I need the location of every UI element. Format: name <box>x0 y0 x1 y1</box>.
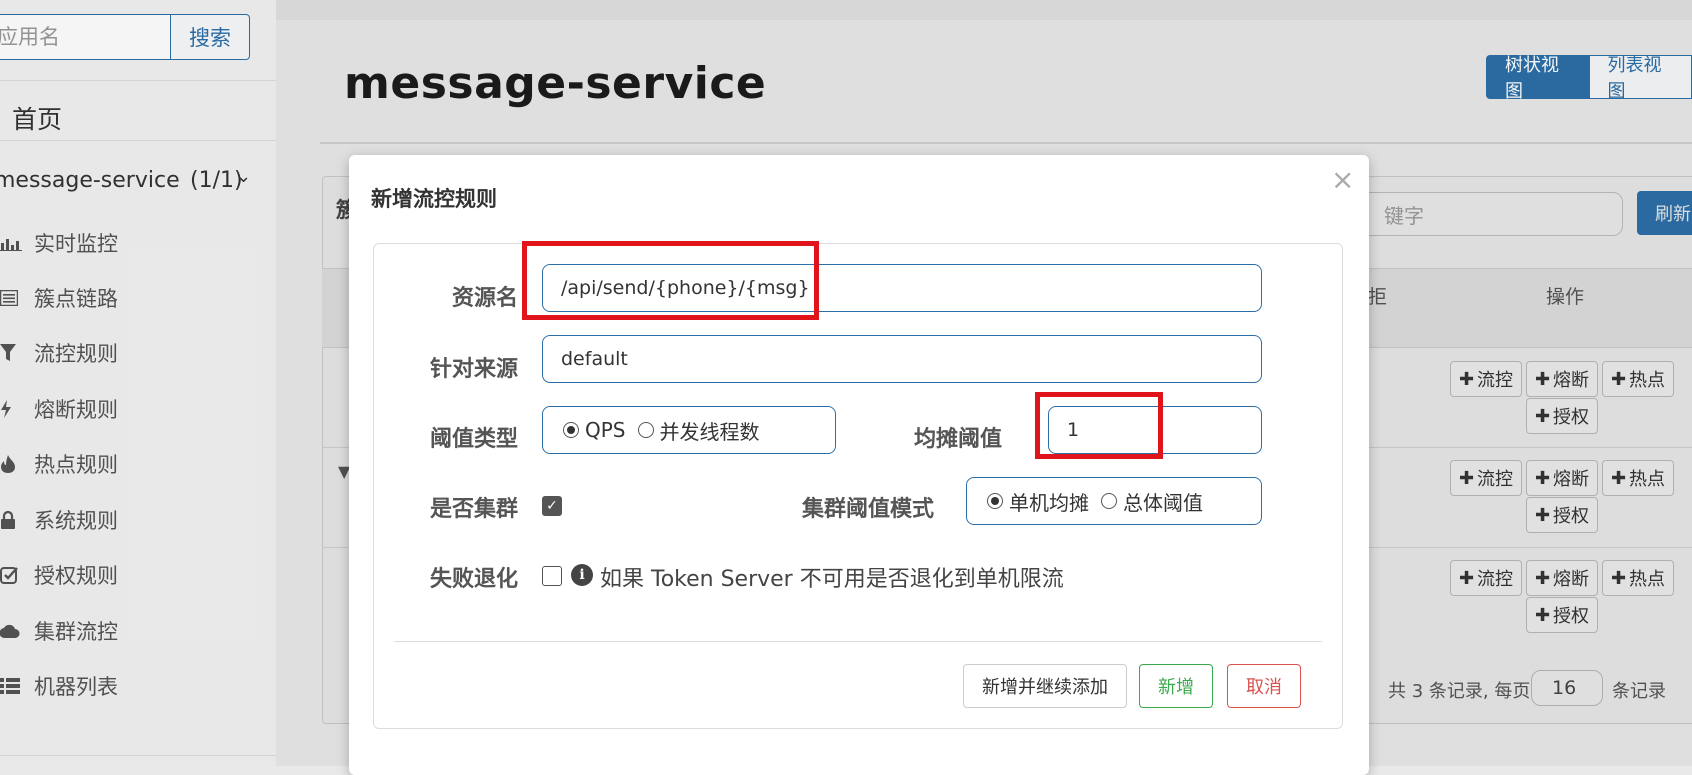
radio-per-machine[interactable]: 单机均摊 <box>987 487 1089 516</box>
highlight-box <box>522 241 819 320</box>
close-icon[interactable]: × <box>1331 163 1354 196</box>
flow-rule-form: 资源名 /api/send/{phone}/{msg} 针对来源 default… <box>373 243 1343 729</box>
radio-checked-icon <box>563 422 579 438</box>
origin-label: 针对来源 <box>402 351 518 383</box>
cancel-button[interactable]: 取消 <box>1227 664 1301 708</box>
avg-threshold-label: 均摊阈值 <box>886 421 1002 453</box>
radio-global-threshold[interactable]: 总体阈值 <box>1101 487 1203 516</box>
fallback-label: 失败退化 <box>402 561 518 593</box>
cluster-mode-label: 集群阈值模式 <box>782 491 934 523</box>
radio-concurrent-threads[interactable]: 并发线程数 <box>638 416 760 445</box>
highlight-box <box>1035 392 1163 459</box>
add-and-continue-button[interactable]: 新增并继续添加 <box>963 664 1127 708</box>
cluster-mode-radio-group: 单机均摊 总体阈值 <box>966 477 1262 525</box>
radio-label: QPS <box>585 418 626 442</box>
radio-label: 总体阈值 <box>1123 487 1203 516</box>
radio-checked-icon <box>987 493 1003 509</box>
add-flow-rule-modal: 新增流控规则 × 资源名 /api/send/{phone}/{msg} 针对来… <box>349 155 1369 775</box>
radio-unchecked-icon <box>638 422 654 438</box>
add-button[interactable]: 新增 <box>1139 664 1213 708</box>
modal-title: 新增流控规则 <box>371 183 497 213</box>
threshold-type-label: 阈值类型 <box>402 421 518 453</box>
threshold-type-radio-group: QPS 并发线程数 <box>542 406 836 454</box>
radio-qps[interactable]: QPS <box>563 418 626 442</box>
resource-label: 资源名 <box>428 280 518 312</box>
cluster-checkbox[interactable]: ✓ <box>542 496 562 516</box>
radio-unchecked-icon <box>1101 493 1117 509</box>
cluster-label: 是否集群 <box>402 491 518 523</box>
fallback-hint: 如果 Token Server 不可用是否退化到单机限流 <box>600 561 1064 593</box>
info-icon: i <box>571 564 593 586</box>
radio-label: 并发线程数 <box>660 416 760 445</box>
form-divider <box>394 641 1322 642</box>
origin-input[interactable]: default <box>542 335 1262 383</box>
fallback-checkbox[interactable] <box>542 566 562 586</box>
radio-label: 单机均摊 <box>1009 487 1089 516</box>
